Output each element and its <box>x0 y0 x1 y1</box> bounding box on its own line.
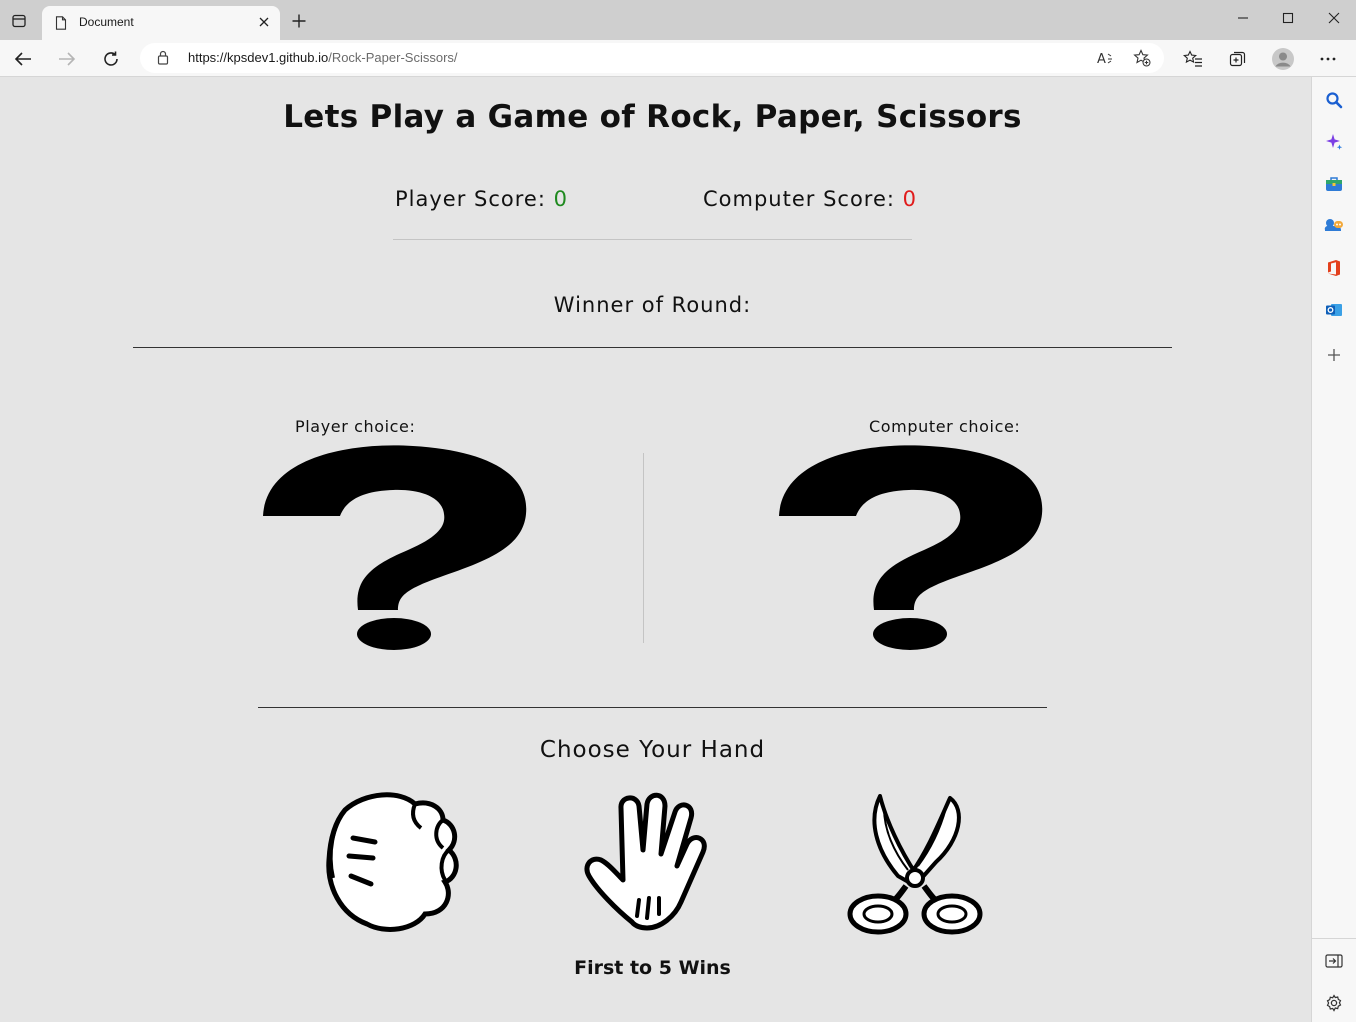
sidebar-separator <box>1312 938 1356 939</box>
player-choice-label: Player choice: <box>295 417 416 436</box>
address-bar[interactable]: https://kpsdev1.github.io/Rock-Paper-Sci… <box>140 43 1164 73</box>
close-tab-icon[interactable] <box>256 14 272 30</box>
edge-sidebar <box>1311 77 1356 1022</box>
add-sidebar-app-icon[interactable] <box>1323 344 1345 366</box>
lock-icon[interactable] <box>157 50 169 69</box>
add-favorite-icon[interactable] <box>1132 48 1152 68</box>
url-text[interactable]: https://kpsdev1.github.io/Rock-Paper-Sci… <box>188 50 458 65</box>
rock-button[interactable] <box>315 790 465 940</box>
win-condition-text: First to 5 Wins <box>574 957 731 979</box>
computer-choice-question-icon <box>779 445 1043 650</box>
tab-actions-icon[interactable] <box>8 10 30 32</box>
player-score-label: Player Score: <box>395 187 554 211</box>
office-icon[interactable] <box>1323 257 1345 279</box>
games-icon[interactable] <box>1323 215 1345 237</box>
profile-avatar-icon[interactable] <box>1270 46 1296 72</box>
divider <box>258 707 1047 708</box>
svg-text:A: A <box>1097 52 1106 65</box>
divider <box>133 347 1172 348</box>
paper-button[interactable] <box>577 790 727 940</box>
hide-sidebar-icon[interactable] <box>1323 950 1345 972</box>
tools-briefcase-icon[interactable] <box>1323 173 1345 195</box>
forward-icon[interactable] <box>54 46 80 72</box>
browser-toolbar: https://kpsdev1.github.io/Rock-Paper-Sci… <box>0 40 1356 77</box>
page-title: Lets Play a Game of Rock, Paper, Scissor… <box>283 99 1022 135</box>
browser-tab[interactable]: Document <box>42 6 280 40</box>
read-aloud-icon[interactable]: A <box>1096 48 1116 68</box>
player-score: Player Score: 0 <box>395 187 568 211</box>
refresh-icon[interactable] <box>98 46 124 72</box>
computer-score: Computer Score: 0 <box>703 187 917 211</box>
back-icon[interactable] <box>10 46 36 72</box>
rock-fist-icon <box>326 792 459 932</box>
paper-hand-icon <box>584 792 707 931</box>
scissors-icon <box>847 794 983 935</box>
document-icon <box>55 15 67 34</box>
choice-divider <box>643 453 644 643</box>
search-icon[interactable] <box>1323 89 1345 111</box>
tab-title: Document <box>79 15 134 29</box>
minimize-icon[interactable] <box>1228 6 1258 30</box>
close-window-icon[interactable] <box>1319 6 1349 30</box>
scissors-button[interactable] <box>840 790 990 940</box>
page-content: Lets Play a Game of Rock, Paper, Scissor… <box>0 77 1311 1022</box>
round-winner: Winner of Round: <box>553 293 752 317</box>
favorites-icon[interactable] <box>1180 46 1206 72</box>
player-score-value: 0 <box>553 187 568 211</box>
computer-score-value: 0 <box>902 187 918 211</box>
player-choice-question-icon <box>263 445 527 650</box>
score-board: Player Score: 0 Computer Score: 0 <box>393 187 916 240</box>
copilot-sparkle-icon[interactable] <box>1323 131 1345 153</box>
settings-gear-icon[interactable] <box>1323 992 1345 1014</box>
computer-choice-label: Computer choice: <box>869 417 1021 436</box>
more-options-icon[interactable] <box>1315 46 1341 72</box>
tab-strip: Document <box>0 0 1356 40</box>
new-tab-icon[interactable] <box>289 11 309 31</box>
collections-icon[interactable] <box>1225 46 1251 72</box>
computer-score-label: Computer Score: <box>703 187 903 211</box>
choose-hand-heading: Choose Your Hand <box>539 737 766 763</box>
outlook-icon[interactable] <box>1323 299 1345 321</box>
maximize-icon[interactable] <box>1273 6 1303 30</box>
